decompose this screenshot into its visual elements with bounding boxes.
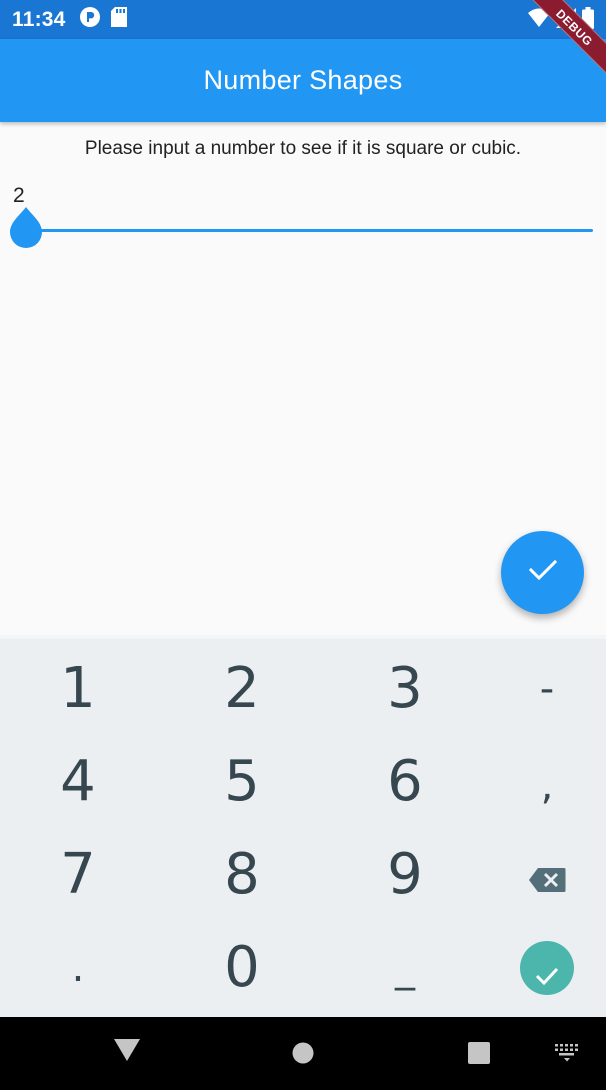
key-8[interactable]: 8 xyxy=(166,828,318,921)
key-5[interactable]: 5 xyxy=(166,735,318,828)
keyboard-switch-icon[interactable] xyxy=(555,1044,579,1062)
key-7[interactable]: 7 xyxy=(2,828,154,921)
slider-track[interactable] xyxy=(25,229,593,232)
key-backspace[interactable] xyxy=(471,828,606,921)
key-6[interactable]: 6 xyxy=(329,735,481,828)
navigation-bar xyxy=(0,1017,606,1090)
instruction-text: Please input a number to see if it is sq… xyxy=(84,138,522,159)
key-underscore[interactable]: _ xyxy=(329,921,481,1014)
submit-fab-button[interactable] xyxy=(501,531,584,614)
backspace-icon xyxy=(528,842,566,907)
key-1[interactable]: 1 xyxy=(2,642,154,735)
check-icon xyxy=(535,935,559,1000)
slider-thumb[interactable] xyxy=(9,207,43,249)
key-0[interactable]: 0 xyxy=(166,921,318,1014)
status-time: 11:34 xyxy=(12,7,66,31)
recents-icon[interactable] xyxy=(468,1042,490,1064)
key-4[interactable]: 4 xyxy=(2,735,154,828)
home-icon[interactable] xyxy=(292,1042,314,1064)
check-icon xyxy=(528,558,558,587)
app-screen: 11:34 DEBUG Number Shapes Please input a… xyxy=(0,0,606,1090)
page-title: Number Shapes xyxy=(203,65,403,95)
key-period[interactable]: . xyxy=(2,921,154,1014)
key-3[interactable]: 3 xyxy=(329,642,481,735)
key-comma[interactable]: , xyxy=(471,739,606,832)
key-9[interactable]: 9 xyxy=(329,828,481,921)
status-bar: 11:34 xyxy=(0,0,606,39)
slider-value-label: 2 xyxy=(13,184,25,207)
numeric-keyboard: 1 2 3 - 4 5 6 , 7 8 9 . 0 _ xyxy=(0,635,606,1017)
back-icon[interactable] xyxy=(114,1039,140,1061)
enter-key-circle xyxy=(520,940,574,995)
key-2[interactable]: 2 xyxy=(166,642,318,735)
sd-card-icon xyxy=(110,7,127,32)
key-minus[interactable]: - xyxy=(471,642,606,735)
app-bar: Number Shapes xyxy=(0,39,606,122)
key-enter[interactable] xyxy=(471,921,606,1014)
app-notification-icon xyxy=(79,6,101,33)
